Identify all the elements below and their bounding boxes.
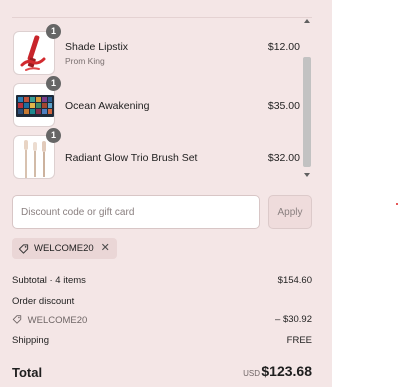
order-discount-label: Order discount [12,296,75,307]
item-price: $12.00 [267,41,300,53]
shipping-label: Shipping [12,335,49,346]
item-title: Ocean Awakening [65,100,150,112]
cart-item: 1 Ocean Awakening $35.00 [12,76,302,129]
shipping-value: FREE [286,335,312,346]
quantity-badge: 1 [46,128,61,143]
item-price: $35.00 [267,100,300,112]
total-label: Total [12,365,43,380]
cart-items-list[interactable]: 1 Shade Lipstix Prom King $12.00 1 Ocean… [12,17,312,179]
item-title: Radiant Glow Trio Brush Set [65,152,198,164]
total-value: $123.68 [261,363,312,379]
item-title: Shade Lipstix [65,41,129,53]
item-price: $32.00 [267,152,300,164]
quantity-badge: 1 [46,24,61,39]
discount-code-row: WELCOME20 – $30.92 [12,314,312,326]
decorative-dot [396,203,398,205]
discount-value: – $30.92 [275,314,312,325]
cart-item: 1 Radiant Glow Trio Brush Set $32.00 [12,128,302,179]
shipping-row: Shipping FREE [12,335,312,346]
items-scrollbar[interactable] [302,17,312,179]
discount-code-input[interactable] [12,195,260,229]
scroll-thumb[interactable] [303,57,311,167]
subtotal-label: Subtotal · 4 items [12,275,86,286]
total-row: Total USD $123.68 [12,362,312,382]
tag-icon [12,315,22,324]
cart-item: 1 Shade Lipstix Prom King $12.00 [12,24,302,77]
subtotal-row: Subtotal · 4 items $154.60 [12,275,312,286]
remove-discount-close-icon[interactable]: ✕ [101,243,110,254]
subtotal-value: $154.60 [277,275,312,286]
currency-code: USD [243,369,260,378]
tag-icon [18,244,29,254]
scroll-up-arrow-icon[interactable] [304,19,310,23]
applied-code-label: WELCOME20 [34,243,94,254]
discount-code-label: WELCOME20 [27,315,88,326]
order-summary-panel: 1 Shade Lipstix Prom King $12.00 1 Ocean… [0,0,332,387]
applied-discount-chip: WELCOME20 ✕ [12,238,117,259]
scroll-down-arrow-icon[interactable] [304,173,310,177]
apply-discount-button[interactable]: Apply [268,195,312,229]
quantity-badge: 1 [46,76,61,91]
item-variant: Prom King [65,56,105,66]
order-discount-row: Order discount [12,296,312,307]
